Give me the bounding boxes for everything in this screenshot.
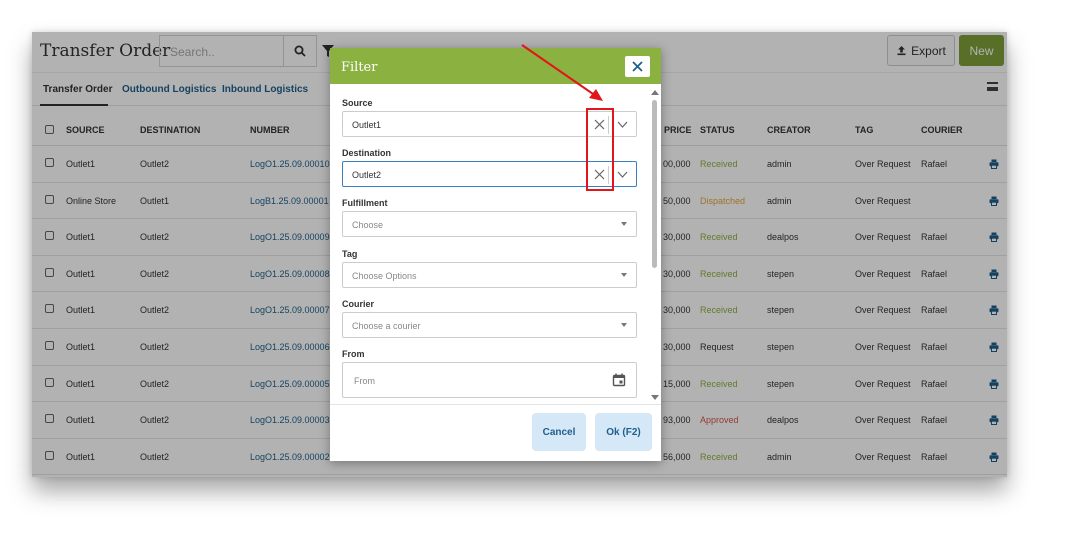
screenshot-stage: Transfer Order Search.. Export New Trans…	[0, 0, 1072, 542]
annotation-layer	[521, 44, 603, 101]
pointer-arrow	[521, 44, 597, 97]
arrow-head-icon	[589, 89, 603, 101]
